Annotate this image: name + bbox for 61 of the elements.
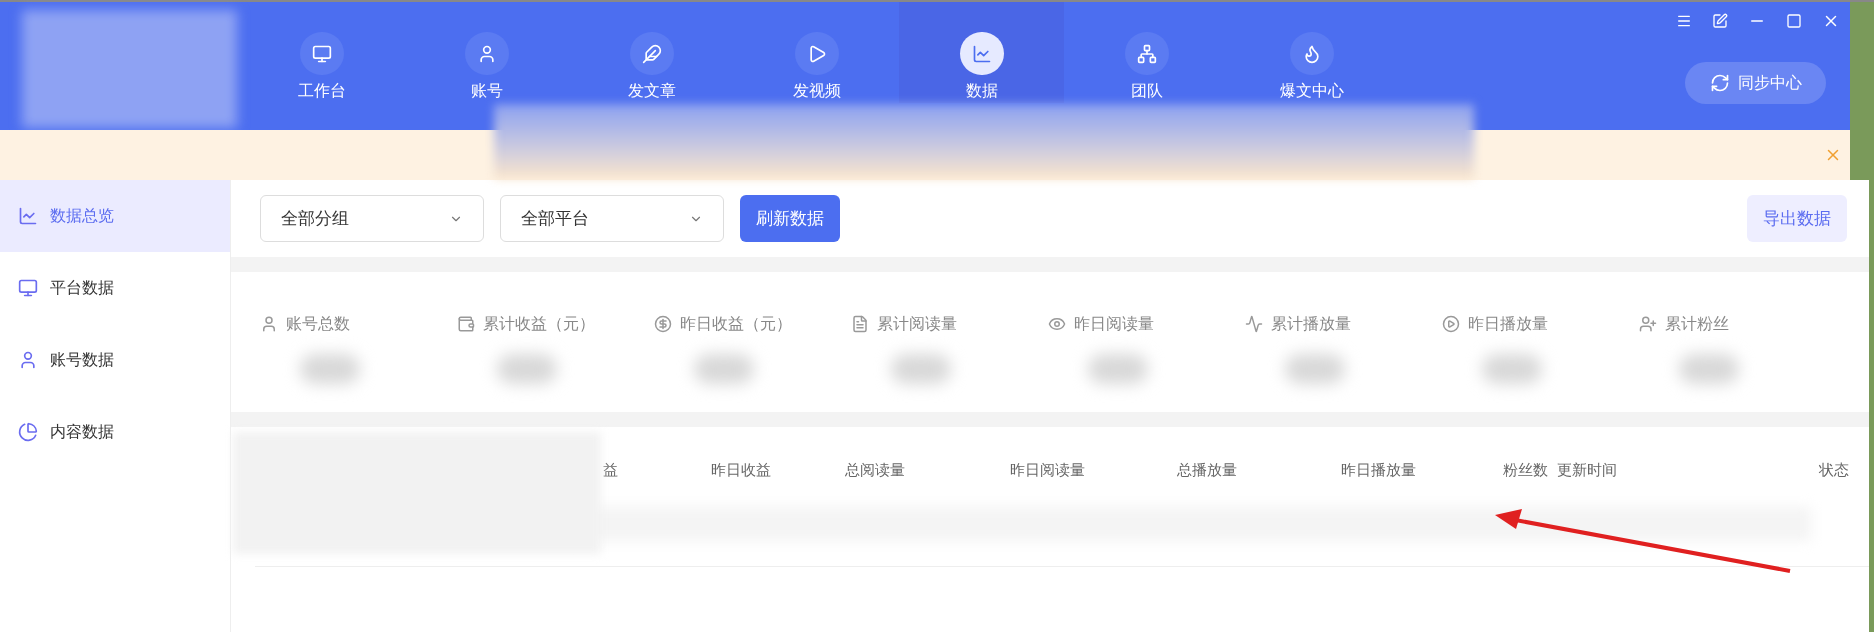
column-header: 昨日播放量	[1341, 461, 1416, 478]
menu-icon[interactable]	[1676, 13, 1692, 29]
blurred-value	[1679, 354, 1739, 384]
monitor-icon	[18, 278, 38, 298]
column-header: 益	[603, 461, 618, 478]
chart-icon	[971, 43, 992, 64]
column-header: 昨日收益	[711, 461, 771, 478]
blurred-value	[694, 354, 754, 384]
stat-label: 累计收益（元）	[483, 314, 595, 334]
pie-chart-icon	[18, 422, 38, 442]
group-select[interactable]: 全部分组	[260, 195, 484, 242]
column-header: 总阅读量	[845, 461, 905, 478]
monitor-icon	[311, 43, 332, 64]
export-data-button[interactable]: 导出数据	[1747, 195, 1847, 242]
blurred-value	[497, 354, 557, 384]
blurred-value	[1285, 354, 1345, 384]
trend-icon	[1245, 315, 1263, 333]
nav-tab[interactable]: 发视频	[734, 2, 899, 103]
sidebar-item[interactable]: 账号数据	[0, 324, 230, 396]
refresh-data-button[interactable]: 刷新数据	[740, 195, 840, 242]
blurred-value	[1088, 354, 1148, 384]
hierarchy-icon	[1136, 43, 1157, 64]
user-icon	[260, 315, 278, 333]
play-icon	[1442, 315, 1460, 333]
chart-icon	[18, 206, 38, 226]
nav-tab[interactable]: 工作台	[239, 2, 404, 103]
stat-label: 昨日收益（元）	[680, 314, 792, 334]
blurred-value	[1482, 354, 1542, 384]
user-icon	[18, 350, 38, 370]
blurred-value	[891, 354, 951, 384]
stat-label: 昨日播放量	[1468, 314, 1548, 334]
stat-label: 累计播放量	[1271, 314, 1351, 334]
column-header: 状态	[1819, 461, 1849, 478]
eye-icon	[1048, 315, 1066, 333]
stat-label: 累计粉丝	[1665, 314, 1729, 334]
sidebar-item[interactable]: 平台数据	[0, 252, 230, 324]
add-user-icon	[1639, 315, 1657, 333]
stat-label: 账号总数	[286, 314, 350, 334]
blurred-value	[300, 354, 360, 384]
platform-select[interactable]: 全部平台	[500, 195, 724, 242]
edit-icon[interactable]	[1712, 13, 1728, 29]
nav-tab[interactable]: 爆文中心	[1229, 2, 1394, 103]
column-header: 总播放量	[1177, 461, 1237, 478]
currency-icon	[654, 315, 672, 333]
nav-tab[interactable]: 数据	[899, 2, 1064, 103]
column-header: 粉丝数	[1503, 461, 1548, 478]
wallet-icon	[457, 315, 475, 333]
document-icon	[851, 315, 869, 333]
nav-tab[interactable]: 账号	[404, 2, 569, 103]
stat-label: 昨日阅读量	[1074, 314, 1154, 334]
nav-tab[interactable]: 团队	[1064, 2, 1229, 103]
column-header: 更新时间	[1557, 461, 1617, 478]
nav-tab[interactable]: 发文章	[569, 2, 734, 103]
sync-center-button[interactable]: 同步中心	[1685, 62, 1826, 104]
stat-label: 累计阅读量	[877, 314, 957, 334]
column-header: 昨日阅读量	[1010, 461, 1085, 478]
refresh-icon	[1709, 73, 1730, 93]
sidebar-item[interactable]: 数据总览	[0, 180, 230, 252]
sidebar-item[interactable]: 内容数据	[0, 396, 230, 468]
feather-icon	[641, 43, 662, 64]
maximize-icon[interactable]	[1786, 13, 1802, 29]
